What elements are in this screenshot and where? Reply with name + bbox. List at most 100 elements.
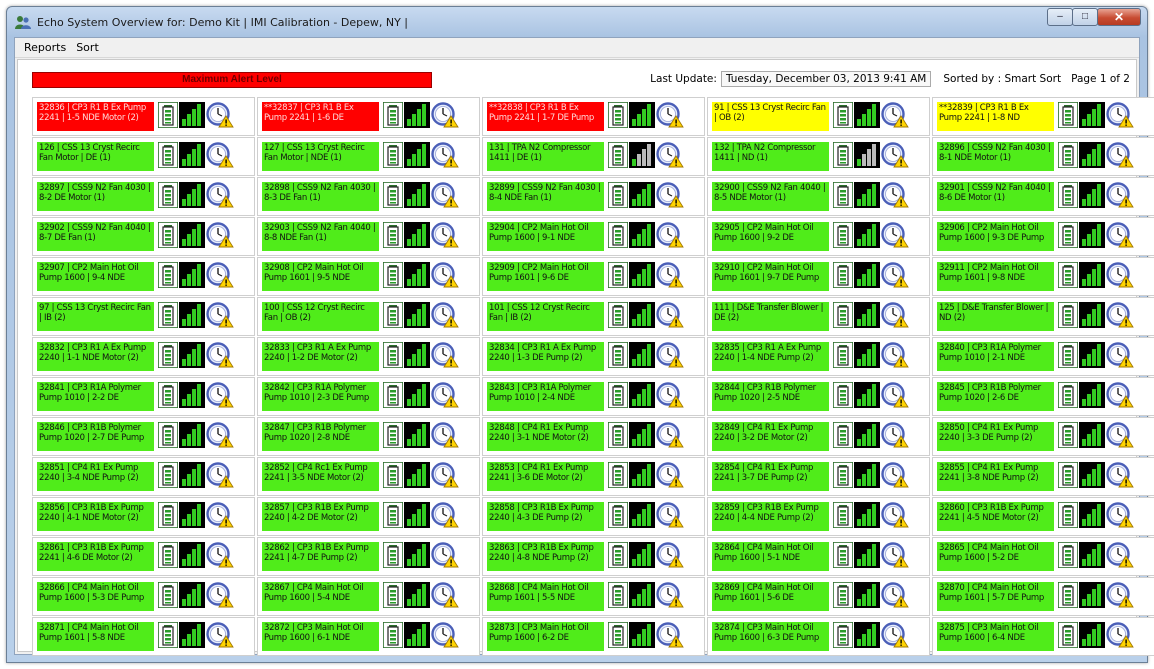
sensor-tile[interactable]: **32837 | CP3 R1 B Ex Pump 2241 | 1-6 DE [257,97,480,136]
sensor-tile[interactable]: 100 | CSS 12 Cryst Recirc Fan | OB (2) [257,297,480,336]
sensor-tile[interactable]: 32902 | CSS9 N2 Fan 4040 | 8-7 DE Fan (1… [32,217,255,256]
sensor-tile[interactable]: 101 | CSS 12 Cryst Recirc Fan | IB (2) [482,297,705,336]
sensor-tile-icons [833,502,909,528]
sensor-tile[interactable]: 32863 | CP3 R1B Ex Pump 2240 | 4-8 NDE P… [482,537,705,576]
signal-strength-icon [629,222,655,248]
menu-reports[interactable]: Reports [19,41,71,54]
sensor-tile[interactable]: 32854 | CP4 R1 Ex Pump 2241 | 3-7 DE Pum… [707,457,930,496]
sensor-tile[interactable]: 32859 | CP3 R1B Ex Pump 2240 | 4-4 NDE P… [707,497,930,536]
sensor-tile[interactable]: 32872 | CP3 Main Hot Oil Pump 1600 | 6-1… [257,617,480,656]
sensor-tile[interactable]: 32869 | CP4 Main Hot Oil Pump 1601 | 5-6… [707,577,930,616]
sensor-tile[interactable]: 32898 | CSS9 N2 Fan 4030 | 8-3 DE Fan (1… [257,177,480,216]
sensor-tile[interactable]: 32850 | CP4 R1 Ex Pump 2240 | 3-3 DE Pum… [932,417,1154,456]
sensor-tile[interactable]: 32868 | CP4 Main Hot Oil Pump 1601 | 5-5… [482,577,705,616]
sensor-tile[interactable]: **32839 | CP3 R1 B Ex Pump 2241 | 1-8 ND [932,97,1154,136]
sensor-tile[interactable]: 32907 | CP2 Main Hot Oil Pump 1600 | 9-4… [32,257,255,296]
sensor-tile[interactable]: 32851 | CP4 R1 Ex Pump 2240 | 3-4 NDE Pu… [32,457,255,496]
signal-strength-icon [1079,142,1105,168]
sensor-tile[interactable]: 32857 | CP3 R1B Ex Pump 2240 | 4-2 DE Mo… [257,497,480,536]
sensor-tile[interactable]: 97 | CSS 13 Cryst Recirc Fan | IB (2) [32,297,255,336]
sensor-tile[interactable]: 125 | D&E Transfer Blower | ND (2) [932,297,1154,336]
sensor-tile[interactable]: 127 | CSS 13 Cryst Recirc Fan Motor | ND… [257,137,480,176]
sensor-tile[interactable]: 132 | TPA N2 Compressor 1411 | ND (1) [707,137,930,176]
sensor-tile[interactable]: 126 | CSS 13 Cryst Recirc Fan Motor | DE… [32,137,255,176]
clock-warning-icon [431,382,459,408]
minimize-button[interactable]: – [1047,8,1073,26]
sensor-tile[interactable]: 32847 | CP3 R1B Polymer Pump 1020 | 2-8 … [257,417,480,456]
sensor-tile-icons [833,342,909,368]
clock-warning-icon [1106,582,1134,608]
battery-icon [383,342,403,368]
sensor-tile[interactable]: 32896 | CSS9 N2 Fan 4030 | 8-1 NDE Motor… [932,137,1154,176]
sensor-tile-icons [608,342,684,368]
sensor-tile[interactable]: 32875 | CP3 Main Hot Oil Pump 1600 | 6-4… [932,617,1154,656]
sensor-tile[interactable]: 32849 | CP4 R1 Ex Pump 2240 | 3-2 DE Mot… [707,417,930,456]
sensor-tile[interactable]: 32909 | CP2 Main Hot Oil Pump 1601 | 9-6… [482,257,705,296]
sensor-tile[interactable]: 32897 | CSS9 N2 Fan 4030 | 8-2 DE Motor … [32,177,255,216]
sensor-tile[interactable]: 32910 | CP2 Main Hot Oil Pump 1601 | 9-7… [707,257,930,296]
sensor-tile[interactable]: 32873 | CP3 Main Hot Oil Pump 1600 | 6-2… [482,617,705,656]
sensor-tile[interactable]: 32836 | CP3 R1 B Ex Pump 2241 | 1-5 NDE … [32,97,255,136]
sensor-tile[interactable]: 32899 | CSS9 N2 Fan 4030 | 8-4 NDE Fan (… [482,177,705,216]
sensor-tile[interactable]: 32903 | CSS9 N2 Fan 4040 | 8-8 NDE Fan (… [257,217,480,256]
sensor-tile[interactable]: 32908 | CP2 Main Hot Oil Pump 1601 | 9-5… [257,257,480,296]
sensor-tile[interactable]: 32870 | CP4 Main Hot Oil Pump 1601 | 5-7… [932,577,1154,616]
sensor-tile[interactable]: 32906 | CP2 Main Hot Oil Pump 1600 | 9-3… [932,217,1154,256]
sensor-tile[interactable]: 111 | D&E Transfer Blower | DE (2) [707,297,930,336]
clock-warning-icon [881,462,909,488]
sensor-tile[interactable]: 32911 | CP2 Main Hot Oil Pump 1601 | 9-8… [932,257,1154,296]
sensor-tile[interactable]: 32848 | CP4 R1 Ex Pump 2240 | 3-1 NDE Mo… [482,417,705,456]
sensor-tile[interactable]: 32900 | CSS9 N2 Fan 4040 | 8-5 NDE Motor… [707,177,930,216]
sensor-tile[interactable]: 32867 | CP4 Main Hot Oil Pump 1600 | 5-4… [257,577,480,616]
sensor-tile[interactable]: 32833 | CP3 R1 A Ex Pump 2240 | 1-2 DE M… [257,337,480,376]
sensor-tile-label: 32850 | CP4 R1 Ex Pump 2240 | 3-3 DE Pum… [937,422,1054,451]
sensor-tile[interactable]: **32838 | CP3 R1 B Ex Pump 2241 | 1-7 DE… [482,97,705,136]
sensor-tile[interactable]: 32861 | CP3 R1B Ex Pump 2241 | 4-6 DE Mo… [32,537,255,576]
battery-icon [1058,102,1078,128]
sensor-tile-label: 32871 | CP4 Main Hot Oil Pump 1601 | 5-8… [37,622,154,651]
battery-icon [158,462,178,488]
sensor-tile[interactable]: 32874 | CP3 Main Hot Oil Pump 1600 | 6-3… [707,617,930,656]
battery-icon [608,102,628,128]
sensor-tile[interactable]: 32864 | CP4 Main Hot Oil Pump 1600 | 5-1… [707,537,930,576]
close-button[interactable]: ✕ [1097,8,1141,26]
sensor-tile[interactable]: 32843 | CP3 R1A Polymer Pump 1010 | 2-4 … [482,377,705,416]
sensor-tile-label: 32842 | CP3 R1A Polymer Pump 1010 | 2-3 … [262,382,379,411]
sensor-tile[interactable]: 91 | CSS 13 Cryst Recirc Fan | OB (2) [707,97,930,136]
sensor-tile[interactable]: 32862 | CP3 R1B Ex Pump 2241 | 4-7 DE Pu… [257,537,480,576]
signal-strength-icon [629,542,655,568]
sensor-tile[interactable]: 32860 | CP3 R1B Ex Pump 2241 | 4-5 NDE M… [932,497,1154,536]
sensor-tile[interactable]: 32905 | CP2 Main Hot Oil Pump 1600 | 9-2… [707,217,930,256]
clock-warning-icon [881,622,909,648]
sensor-tile[interactable]: 32871 | CP4 Main Hot Oil Pump 1601 | 5-8… [32,617,255,656]
sensor-tile[interactable]: 32835 | CP3 R1 A Ex Pump 2240 | 1-4 NDE … [707,337,930,376]
sensor-tile[interactable]: 32852 | CP4 Rc1 Ex Pump 2241 | 3-5 NDE M… [257,457,480,496]
sensor-tile-label: 32844 | CP3 R1B Polymer Pump 1020 | 2-5 … [712,382,829,411]
sensor-tile[interactable]: 32840 | CP3 R1A Polymer Pump 1010 | 2-1 … [932,337,1154,376]
sensor-tile[interactable]: 32845 | CP3 R1B Polymer Pump 1020 | 2-6 … [932,377,1154,416]
sensor-tile[interactable]: 32846 | CP3 R1B Polymer Pump 1020 | 2-7 … [32,417,255,456]
sensor-tile[interactable]: 32853 | CP4 R1 Ex Pump 2241 | 3-6 DE Mot… [482,457,705,496]
battery-icon [833,462,853,488]
sensor-tile-icons [608,502,684,528]
menu-sort[interactable]: Sort [71,41,104,54]
sensor-tile[interactable]: 32832 | CP3 R1 A Ex Pump 2240 | 1-1 NDE … [32,337,255,376]
sensor-tile[interactable]: 32866 | CP4 Main Hot Oil Pump 1600 | 5-3… [32,577,255,616]
sensor-tile[interactable]: 32844 | CP3 R1B Polymer Pump 1020 | 2-5 … [707,377,930,416]
sensor-tile[interactable]: 131 | TPA N2 Compressor 1411 | DE (1) [482,137,705,176]
sensor-tile[interactable]: 32842 | CP3 R1A Polymer Pump 1010 | 2-3 … [257,377,480,416]
sensor-tile-label: 32907 | CP2 Main Hot Oil Pump 1600 | 9-4… [37,262,154,291]
sensor-tile[interactable]: 32858 | CP3 R1B Ex Pump 2240 | 4-3 DE Pu… [482,497,705,536]
sensor-tile[interactable]: 32841 | CP3 R1A Polymer Pump 1010 | 2-2 … [32,377,255,416]
sensor-tile[interactable]: 32834 | CP3 R1 A Ex Pump 2240 | 1-3 DE P… [482,337,705,376]
sensor-tile-label: 32849 | CP4 R1 Ex Pump 2240 | 3-2 DE Mot… [712,422,829,451]
sensor-tile[interactable]: 32904 | CP2 Main Hot Oil Pump 1600 | 9-1… [482,217,705,256]
sensor-tile[interactable]: 32901 | CSS9 N2 Fan 4040 | 8-6 DE Motor … [932,177,1154,216]
battery-icon [383,102,403,128]
title-bar[interactable]: Echo System Overview for: Demo Kit | IMI… [7,7,1147,37]
sensor-tile[interactable]: 32856 | CP3 R1B Ex Pump 2240 | 4-1 NDE M… [32,497,255,536]
sensor-tile[interactable]: 32855 | CP4 R1 Ex Pump 2241 | 3-8 NDE Pu… [932,457,1154,496]
sensor-tile-icons [158,622,234,648]
maximize-button[interactable]: □ [1072,8,1098,26]
sensor-tile[interactable]: 32865 | CP4 Main Hot Oil Pump 1600 | 5-2… [932,537,1154,576]
